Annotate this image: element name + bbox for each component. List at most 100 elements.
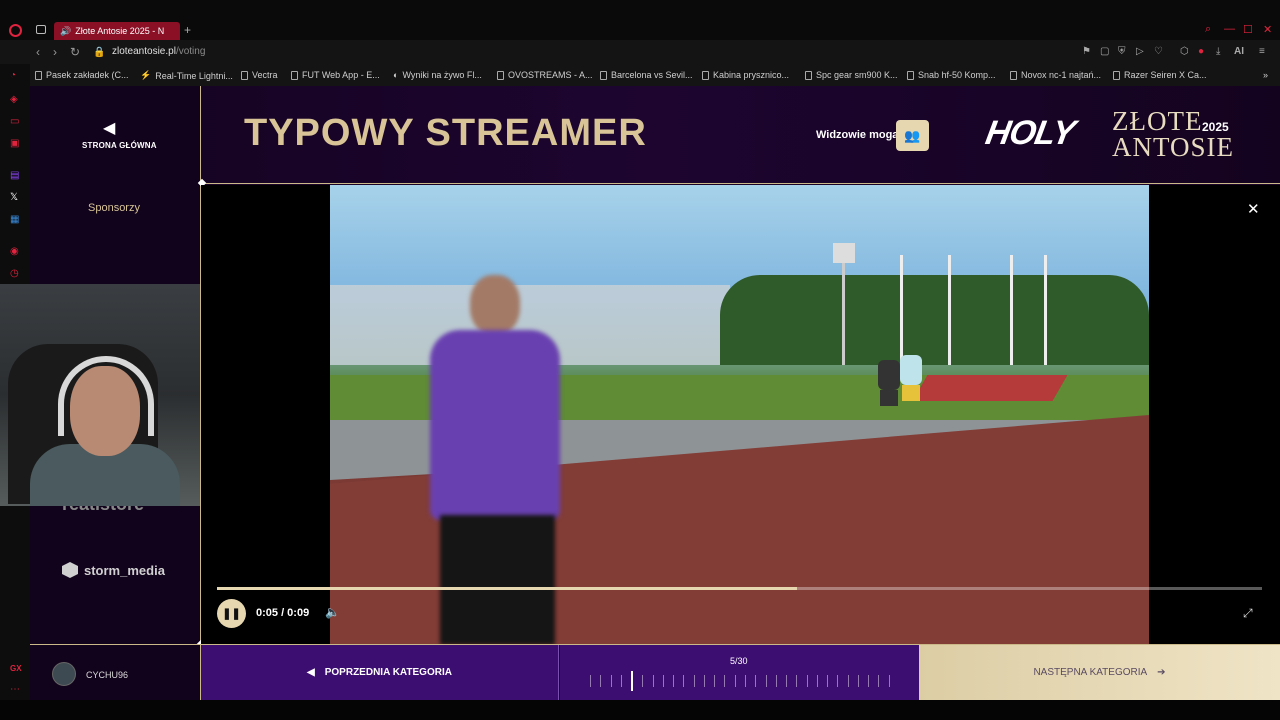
category-tick[interactable] <box>775 675 777 687</box>
bookmark-item[interactable]: ◐ Wyniki na żywo Fl... <box>393 70 482 80</box>
page-icon <box>702 70 709 80</box>
category-tick[interactable] <box>610 675 612 687</box>
sponsor-storm-media[interactable]: storm_media <box>62 562 165 578</box>
minimize-icon[interactable]: — <box>1224 23 1235 35</box>
aria-icon[interactable]: ◈ <box>10 94 18 105</box>
category-tick[interactable] <box>878 675 880 687</box>
bookmark-item[interactable]: Spc gear sm900 K... <box>805 70 898 80</box>
page-icon <box>805 70 812 80</box>
pause-button[interactable]: ❚❚ <box>217 599 246 628</box>
instagram-icon[interactable]: ▣ <box>10 138 19 149</box>
snapshot-icon[interactable]: ▢ <box>1100 46 1109 57</box>
category-tick[interactable] <box>888 675 890 687</box>
player-icon[interactable]: ◉ <box>10 246 19 257</box>
category-tick[interactable] <box>600 675 602 687</box>
heart-icon[interactable]: ♡ <box>1154 46 1163 57</box>
volume-icon[interactable]: 🔈 <box>325 605 340 619</box>
url-path: /voting <box>175 46 206 57</box>
shield-icon[interactable]: ⛨ <box>1118 46 1126 57</box>
new-tab-button[interactable]: + <box>184 23 191 37</box>
tab-snap-icon[interactable] <box>36 25 46 34</box>
category-tick[interactable] <box>857 675 859 687</box>
messenger-icon[interactable]: ▭ <box>10 116 19 127</box>
browser-tab-active[interactable]: 🔊 Złote Antosie 2025 - N <box>54 22 180 40</box>
video-time: 0:05 / 0:09 <box>256 607 310 619</box>
username[interactable]: CYCHU96 <box>86 670 128 680</box>
fullscreen-icon[interactable]: ⤢ <box>1243 606 1253 621</box>
bookmark-item[interactable]: Kabina prysznico... <box>702 70 789 80</box>
category-tick[interactable] <box>693 675 695 687</box>
download-icon[interactable]: ⤓ <box>1216 46 1220 57</box>
category-tick[interactable] <box>837 675 839 687</box>
users-icon: 👥 <box>904 127 921 143</box>
next-label: NASTĘPNA KATEGORIA <box>1033 667 1148 678</box>
bookmark-item[interactable]: Snab hf-50 Komp... <box>907 70 996 80</box>
category-tick[interactable] <box>724 675 726 687</box>
home-link[interactable]: STRONA GŁÓWNA <box>82 141 157 150</box>
category-title: TYPOWY STREAMER <box>244 112 647 154</box>
x-icon[interactable]: 𝕏 <box>10 192 18 203</box>
ai-button[interactable]: AI <box>1234 46 1244 57</box>
account-icon[interactable]: ● <box>1198 46 1204 57</box>
category-tick[interactable] <box>744 675 746 687</box>
bookmark-item[interactable]: ⚡ Real-Time Lightni... <box>140 70 233 81</box>
bookmark-item[interactable]: Razer Seiren X Ca... <box>1113 70 1207 80</box>
bookmark-item[interactable]: Vectra <box>241 70 278 80</box>
extensions-icon[interactable]: ⬡ <box>1180 46 1189 57</box>
history-icon[interactable]: ◷ <box>10 268 19 279</box>
category-tick[interactable] <box>755 675 757 687</box>
opera-logo-icon[interactable] <box>9 24 22 37</box>
category-tick[interactable] <box>816 675 818 687</box>
category-tick[interactable] <box>868 675 870 687</box>
category-tick[interactable] <box>714 675 716 687</box>
next-category-button[interactable]: NASTĘPNA KATEGORIA ➔ <box>919 645 1280 700</box>
category-tick[interactable] <box>631 671 634 691</box>
menu-icon[interactable]: ≡ <box>1259 46 1265 57</box>
category-tick[interactable] <box>765 675 767 687</box>
category-tick[interactable] <box>683 675 685 687</box>
maximize-icon[interactable]: ☐ <box>1243 23 1253 36</box>
category-tick[interactable] <box>703 675 705 687</box>
category-tick[interactable] <box>796 675 798 687</box>
category-tick[interactable] <box>734 675 736 687</box>
category-tick[interactable] <box>652 675 654 687</box>
page-icon <box>1010 70 1017 80</box>
close-window-icon[interactable]: ✕ <box>1263 23 1272 36</box>
speed-dial-icon[interactable]: ◔ <box>10 70 16 81</box>
bookmarks-overflow-icon[interactable]: » <box>1263 70 1268 80</box>
bookmark-item[interactable]: Pasek zakładek (C... <box>35 70 129 80</box>
category-tick[interactable] <box>673 675 675 687</box>
reload-icon[interactable]: ↻ <box>70 45 80 59</box>
play-icon[interactable]: ▷ <box>1136 46 1144 57</box>
bookmark-item[interactable]: OVOSTREAMS - A... <box>497 70 593 80</box>
bookmark-item[interactable]: FUT Web App - E... <box>291 70 380 80</box>
video-progress-bar[interactable] <box>217 587 1262 590</box>
more-icon[interactable]: ⋯ <box>10 684 20 695</box>
category-tick[interactable] <box>642 675 644 687</box>
viewers-vote-button[interactable]: 👥 <box>896 120 929 151</box>
bookmark-icon[interactable]: ⚑ <box>1082 46 1091 57</box>
category-tick[interactable] <box>806 675 808 687</box>
category-tick[interactable] <box>847 675 849 687</box>
category-tick[interactable] <box>827 675 829 687</box>
avatar[interactable] <box>52 662 76 686</box>
previous-category-button[interactable]: ◀ POPRZEDNIA KATEGORIA <box>201 645 559 700</box>
video-player[interactable] <box>330 185 1149 644</box>
lightning-icon: ⚡ <box>140 70 152 80</box>
category-tick[interactable] <box>590 675 591 687</box>
twitch-icon[interactable]: ▤ <box>10 170 19 181</box>
forward-icon[interactable]: › <box>53 45 57 59</box>
category-tick[interactable] <box>662 675 664 687</box>
bookmark-label: Barcelona vs Sevil... <box>611 70 693 80</box>
back-icon[interactable]: ‹ <box>36 45 40 59</box>
gx-icon[interactable]: GX <box>10 664 22 673</box>
category-tick[interactable] <box>620 675 622 687</box>
url-field[interactable]: zloteantosie.pl/voting <box>112 46 205 57</box>
translate-icon[interactable]: ▦ <box>10 214 19 225</box>
bookmark-item[interactable]: Novox nc-1 najtań... <box>1010 70 1101 80</box>
home-arrow-icon[interactable]: ◀ <box>103 118 115 138</box>
category-tick[interactable] <box>786 675 788 687</box>
bookmark-item[interactable]: Barcelona vs Sevil... <box>600 70 693 80</box>
close-video-icon[interactable]: ✕ <box>1247 200 1260 218</box>
search-tabs-icon[interactable]: ⌕ <box>1205 23 1211 36</box>
